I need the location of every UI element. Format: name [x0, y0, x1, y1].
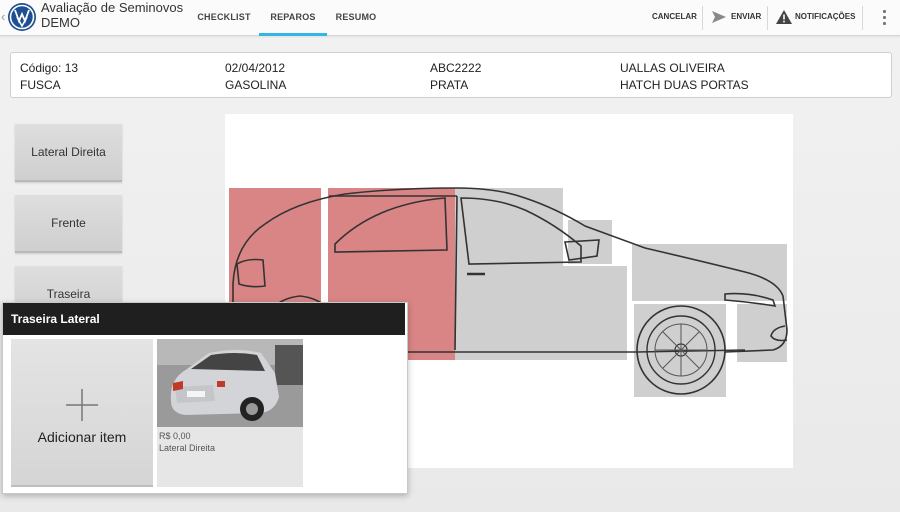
vehicle-color: PRATA [430, 78, 469, 92]
item-price: R$ 0,00 [159, 431, 191, 441]
vw-logo-icon[interactable] [7, 2, 37, 32]
cancel-button[interactable]: CANCELAR [652, 0, 697, 36]
send-icon[interactable] [711, 10, 727, 24]
action-divider [702, 6, 703, 30]
action-bar: ‹ Avaliação de Seminovos DEMO CHECKLIST … [0, 0, 900, 36]
vehicle-fuel: GASOLINA [225, 78, 287, 92]
zone-front-bumper[interactable] [737, 304, 787, 362]
action-divider [862, 6, 863, 30]
send-button[interactable]: ENVIAR [731, 0, 761, 36]
action-divider [767, 6, 768, 30]
tab-reparos[interactable]: REPAROS [259, 0, 327, 36]
item-description: Lateral Direita [159, 443, 216, 453]
app-subtitle: DEMO [41, 15, 80, 30]
vehicle-plate: ABC2222 [430, 61, 482, 75]
tab-resumo[interactable]: RESUMO [328, 0, 384, 36]
tab-checklist[interactable]: CHECKLIST [190, 0, 258, 36]
car-photo-thumbnail [157, 339, 303, 427]
vehicle-owner: UALLAS OLIVEIRA [620, 61, 725, 75]
vehicle-body: HATCH DUAS PORTAS [620, 78, 749, 92]
add-item-button[interactable]: Adicionar item [11, 339, 153, 487]
plus-icon [66, 389, 98, 421]
view-button-lateral-direita[interactable]: Lateral Direita [15, 124, 122, 182]
vehicle-date: 02/04/2012 [225, 61, 286, 75]
app-title: Avaliação de Seminovos [41, 0, 184, 15]
zone-door-lower[interactable] [455, 266, 627, 360]
vehicle-model: FUSCA [20, 78, 61, 92]
back-chevron-icon[interactable]: ‹ [1, 10, 5, 23]
add-item-label: Adicionar item [37, 429, 127, 445]
notifications-button[interactable]: NOTIFICAÇÕES [795, 0, 855, 36]
vehicle-code: Código: 13 [20, 61, 79, 75]
warning-icon[interactable] [776, 10, 792, 24]
damage-item-card[interactable]: R$ 0,00 Lateral Direita [157, 339, 303, 487]
zone-hood[interactable] [632, 244, 787, 301]
view-button-frente[interactable]: Frente [15, 195, 122, 253]
vehicle-info-card: Código: 13 02/04/2012 ABC2222 UALLAS OLI… [10, 52, 892, 98]
popup-title: Traseira Lateral [3, 303, 405, 335]
damage-popup: Traseira Lateral Adicionar item R$ 0,00 … [2, 302, 408, 494]
